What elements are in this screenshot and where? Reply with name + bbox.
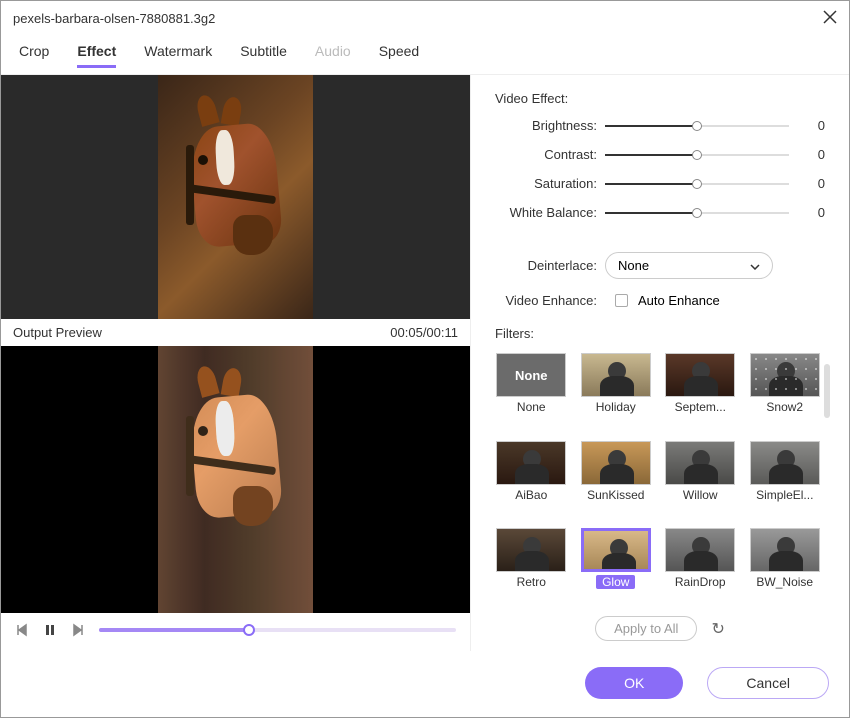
brightness-slider[interactable] <box>605 125 789 127</box>
ok-button[interactable]: OK <box>585 667 683 699</box>
deinterlace-row: Deinterlace: None <box>495 252 825 279</box>
brightness-value: 0 <box>789 118 825 133</box>
preview-label: Output Preview <box>13 325 102 340</box>
chevron-down-icon <box>750 258 760 273</box>
saturation-value: 0 <box>789 176 825 191</box>
video-editor-window: pexels-barbara-olsen-7880881.3g2 Crop Ef… <box>1 1 849 717</box>
filter-september[interactable]: Septem... <box>664 353 737 433</box>
dialog-footer: OK Cancel <box>1 651 849 717</box>
filter-none[interactable]: None None <box>495 353 568 433</box>
close-button[interactable] <box>823 9 837 27</box>
filter-sunkissed[interactable]: SunKissed <box>580 441 653 521</box>
white-balance-label: White Balance: <box>495 205 605 220</box>
next-frame-button[interactable] <box>71 623 85 637</box>
prev-frame-button[interactable] <box>15 623 29 637</box>
filters-section: None None Holiday Septem... Snow2 <box>495 353 825 651</box>
timeline-slider[interactable] <box>99 628 456 632</box>
filter-glow[interactable]: Glow <box>580 528 653 608</box>
contrast-label: Contrast: <box>495 147 605 162</box>
output-preview <box>1 346 470 613</box>
pause-button[interactable] <box>43 623 57 637</box>
tab-subtitle[interactable]: Subtitle <box>240 43 287 68</box>
brightness-row: Brightness: 0 <box>495 118 825 133</box>
filter-simpleelegance[interactable]: SimpleEl... <box>749 441 822 521</box>
window-title: pexels-barbara-olsen-7880881.3g2 <box>13 11 215 26</box>
preview-info-bar: Output Preview 00:05/00:11 <box>1 319 470 346</box>
tabs-bar: Crop Effect Watermark Subtitle Audio Spe… <box>1 35 849 75</box>
video-effect-label: Video Effect: <box>495 91 825 106</box>
titlebar: pexels-barbara-olsen-7880881.3g2 <box>1 1 849 35</box>
tab-effect[interactable]: Effect <box>77 43 116 68</box>
filters-scrollbar[interactable] <box>824 364 830 418</box>
deinterlace-label: Deinterlace: <box>495 258 605 273</box>
auto-enhance-label: Auto Enhance <box>638 293 720 308</box>
filter-holiday[interactable]: Holiday <box>580 353 653 433</box>
deinterlace-value: None <box>618 258 649 273</box>
tab-watermark[interactable]: Watermark <box>144 43 212 68</box>
cancel-button[interactable]: Cancel <box>707 667 829 699</box>
filters-label: Filters: <box>495 326 825 341</box>
filters-footer: Apply to All ↻ <box>495 608 825 651</box>
content-area: Output Preview 00:05/00:11 <box>1 75 849 651</box>
saturation-row: Saturation: 0 <box>495 176 825 191</box>
filter-snow2[interactable]: Snow2 <box>749 353 822 433</box>
contrast-slider[interactable] <box>605 154 789 156</box>
reset-icon[interactable]: ↻ <box>711 619 724 639</box>
original-preview <box>1 75 470 319</box>
apply-to-all-button[interactable]: Apply to All <box>595 616 697 641</box>
filters-grid[interactable]: None None Holiday Septem... Snow2 <box>495 353 825 608</box>
white-balance-slider[interactable] <box>605 212 789 214</box>
saturation-slider[interactable] <box>605 183 789 185</box>
tab-crop[interactable]: Crop <box>19 43 49 68</box>
brightness-label: Brightness: <box>495 118 605 133</box>
video-enhance-row: Video Enhance: Auto Enhance <box>495 293 825 308</box>
effects-panel: Video Effect: Brightness: 0 Contrast: 0 … <box>471 75 849 651</box>
white-balance-value: 0 <box>789 205 825 220</box>
filter-bwnoise[interactable]: BW_Noise <box>749 528 822 608</box>
filter-willow[interactable]: Willow <box>664 441 737 521</box>
saturation-label: Saturation: <box>495 176 605 191</box>
filter-raindrop[interactable]: RainDrop <box>664 528 737 608</box>
tab-audio: Audio <box>315 43 351 68</box>
auto-enhance-checkbox[interactable] <box>615 294 628 307</box>
contrast-value: 0 <box>789 147 825 162</box>
contrast-row: Contrast: 0 <box>495 147 825 162</box>
filter-aibao[interactable]: AiBao <box>495 441 568 521</box>
player-controls <box>1 613 470 651</box>
filter-retro[interactable]: Retro <box>495 528 568 608</box>
video-enhance-label: Video Enhance: <box>495 293 605 308</box>
deinterlace-select[interactable]: None <box>605 252 773 279</box>
tab-speed[interactable]: Speed <box>379 43 419 68</box>
white-balance-row: White Balance: 0 <box>495 205 825 220</box>
preview-time: 00:05/00:11 <box>390 325 458 340</box>
preview-panel: Output Preview 00:05/00:11 <box>1 75 471 651</box>
